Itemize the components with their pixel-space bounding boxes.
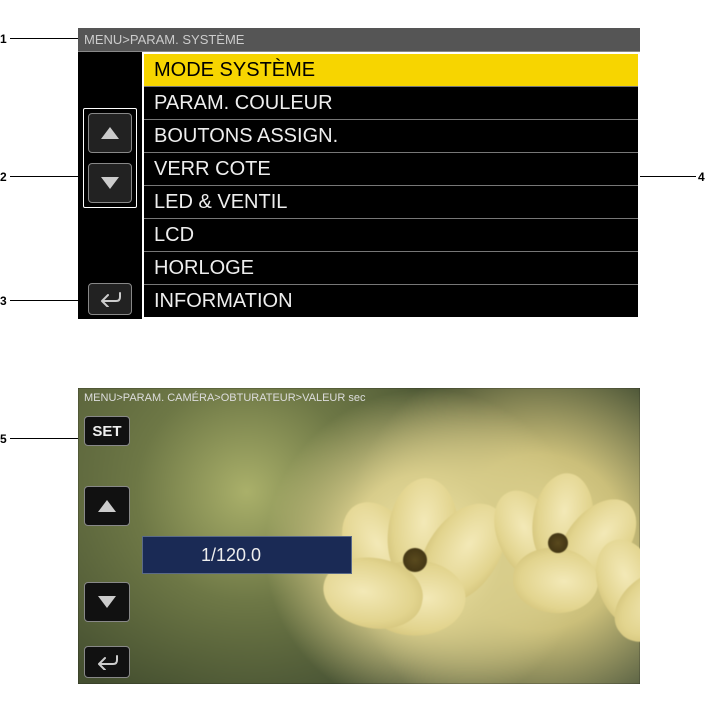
callout-1: 1 bbox=[0, 32, 7, 46]
back-button[interactable] bbox=[88, 283, 132, 315]
breadcrumb: MENU>PARAM. SYSTÈME bbox=[78, 28, 640, 52]
menu-item-information[interactable]: INFORMATION bbox=[144, 285, 638, 317]
triangle-down-icon bbox=[101, 177, 119, 189]
callout-3: 3 bbox=[0, 294, 7, 308]
up-button[interactable] bbox=[84, 486, 130, 526]
menu-item-lcd[interactable]: LCD bbox=[144, 219, 638, 252]
menu-item-mode-systeme[interactable]: MODE SYSTÈME bbox=[144, 54, 638, 87]
up-button[interactable] bbox=[88, 113, 132, 153]
callout-line bbox=[10, 38, 78, 39]
screen-body: MODE SYSTÈME PARAM. COULEUR BOUTONS ASSI… bbox=[78, 52, 640, 319]
back-button[interactable] bbox=[84, 646, 130, 678]
back-arrow-icon bbox=[95, 654, 119, 670]
callout-2: 2 bbox=[0, 170, 7, 184]
back-arrow-icon bbox=[98, 291, 122, 307]
nav-group bbox=[83, 108, 137, 208]
callout-line bbox=[10, 300, 78, 301]
menu-item-param-couleur[interactable]: PARAM. COULEUR bbox=[144, 87, 638, 120]
shutter-value-display: 1/120.0 bbox=[142, 536, 352, 574]
callout-line bbox=[10, 438, 78, 439]
menu-item-verr-cote[interactable]: VERR COTE bbox=[144, 153, 638, 186]
menu-item-boutons-assign[interactable]: BOUTONS ASSIGN. bbox=[144, 120, 638, 153]
callout-line bbox=[640, 176, 696, 177]
menu-item-horloge[interactable]: HORLOGE bbox=[144, 252, 638, 285]
menu-item-led-ventil[interactable]: LED & VENTIL bbox=[144, 186, 638, 219]
camera-menu-screen: MENU>PARAM. SYSTÈME MODE SYSTÈME PARAM. … bbox=[78, 28, 640, 319]
breadcrumb: MENU>PARAM. CAMÉRA>OBTURATEUR>VALEUR sec bbox=[78, 388, 640, 408]
side-controls: SET bbox=[84, 416, 140, 678]
down-button[interactable] bbox=[88, 163, 132, 203]
triangle-up-icon bbox=[98, 500, 116, 512]
triangle-down-icon bbox=[98, 596, 116, 608]
callout-5: 5 bbox=[0, 432, 7, 446]
triangle-up-icon bbox=[101, 127, 119, 139]
menu-list: MODE SYSTÈME PARAM. COULEUR BOUTONS ASSI… bbox=[142, 52, 640, 319]
shutter-value-screen: MENU>PARAM. CAMÉRA>OBTURATEUR>VALEUR sec… bbox=[78, 388, 640, 684]
side-controls bbox=[78, 52, 142, 319]
callout-4: 4 bbox=[698, 170, 705, 184]
callout-line bbox=[10, 176, 78, 177]
set-button[interactable]: SET bbox=[84, 416, 130, 446]
down-button[interactable] bbox=[84, 582, 130, 622]
